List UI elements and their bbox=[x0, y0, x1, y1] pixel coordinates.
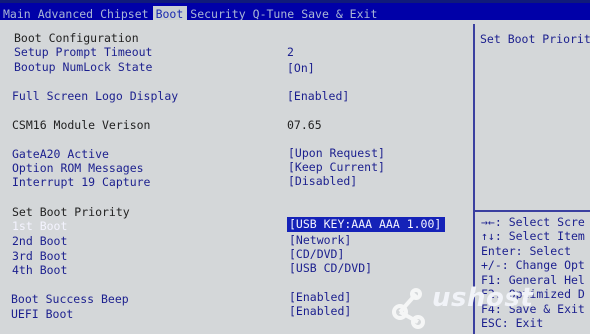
hint-enter-select: Enter: Select bbox=[481, 244, 572, 258]
help-description: Set Boot Priorit bbox=[480, 32, 590, 46]
full-screen-logo-label: Full Screen Logo Display bbox=[12, 89, 179, 103]
boot-3-label: 3rd Boot bbox=[12, 249, 68, 263]
full-screen-logo-value[interactable]: [Enabled] bbox=[287, 89, 349, 103]
csm16-value: 07.65 bbox=[287, 118, 322, 132]
hint-change-option: +/-: Change Opt bbox=[481, 258, 585, 272]
tab-security[interactable]: Security bbox=[187, 6, 249, 20]
setup-prompt-timeout-value[interactable]: 2 bbox=[287, 45, 294, 59]
gatea20-value[interactable]: [Upon Request] bbox=[288, 146, 385, 160]
interrupt19-value[interactable]: [Disabled] bbox=[288, 174, 357, 188]
tab-chipset[interactable]: Chipset bbox=[97, 6, 152, 20]
menu-bar: Main Advanced Chipset Boot Security Q-Tune Sav… bbox=[0, 0, 590, 20]
csm16-label: CSM16 Module Verison bbox=[12, 118, 151, 132]
boot-1-value[interactable]: [USB KEY:AAA AAA 1.00] bbox=[289, 217, 441, 231]
tab-q-tune[interactable]: Q-Tune bbox=[250, 6, 299, 20]
boot-2-label: 2nd Boot bbox=[12, 234, 68, 248]
option-rom-value[interactable]: [Keep Current] bbox=[288, 160, 385, 174]
menu-tabs: Main Advanced Chipset Boot Security Q-Tune Sav… bbox=[0, 3, 381, 20]
bootup-numlock-value[interactable]: [On] bbox=[287, 61, 315, 75]
tab-boot[interactable]: Boot bbox=[152, 6, 188, 20]
boot-1-label: 1st Boot bbox=[12, 219, 68, 233]
section-title: Boot Configuration bbox=[14, 31, 139, 45]
gatea20-label: GateA20 Active bbox=[12, 147, 109, 161]
hint-select-item: ↑↓: Select Item bbox=[481, 229, 585, 243]
option-rom-label: Option ROM Messages bbox=[12, 161, 144, 175]
hint-select-screen: →←: Select Scre bbox=[481, 215, 585, 229]
setup-prompt-timeout-label: Setup Prompt Timeout bbox=[14, 45, 153, 59]
tab-advanced[interactable]: Advanced bbox=[35, 6, 97, 20]
uefi-boot-value[interactable]: [Enabled] bbox=[289, 304, 351, 318]
help-divider bbox=[475, 210, 590, 212]
boot-4-value[interactable]: [USB CD/DVD] bbox=[289, 261, 372, 275]
boot-success-beep-value[interactable]: [Enabled] bbox=[289, 290, 351, 304]
boot-2-value[interactable]: [Network] bbox=[289, 233, 351, 247]
uefi-boot-label: UEFI Boot bbox=[11, 307, 74, 321]
boot-priority-title: Set Boot Priority bbox=[12, 205, 130, 219]
interrupt19-label: Interrupt 19 Capture bbox=[12, 175, 151, 189]
tab-save-exit[interactable]: Save & Exit bbox=[298, 6, 381, 20]
boot-3-value[interactable]: [CD/DVD] bbox=[289, 247, 344, 261]
boot-success-beep-label: Boot Success Beep bbox=[11, 292, 129, 306]
watermark-text: ushost bbox=[432, 283, 534, 313]
tab-main[interactable]: Main bbox=[0, 6, 35, 20]
boot-4-label: 4th Boot bbox=[12, 263, 68, 277]
bootup-numlock-label: Bootup NumLock State bbox=[14, 60, 153, 74]
